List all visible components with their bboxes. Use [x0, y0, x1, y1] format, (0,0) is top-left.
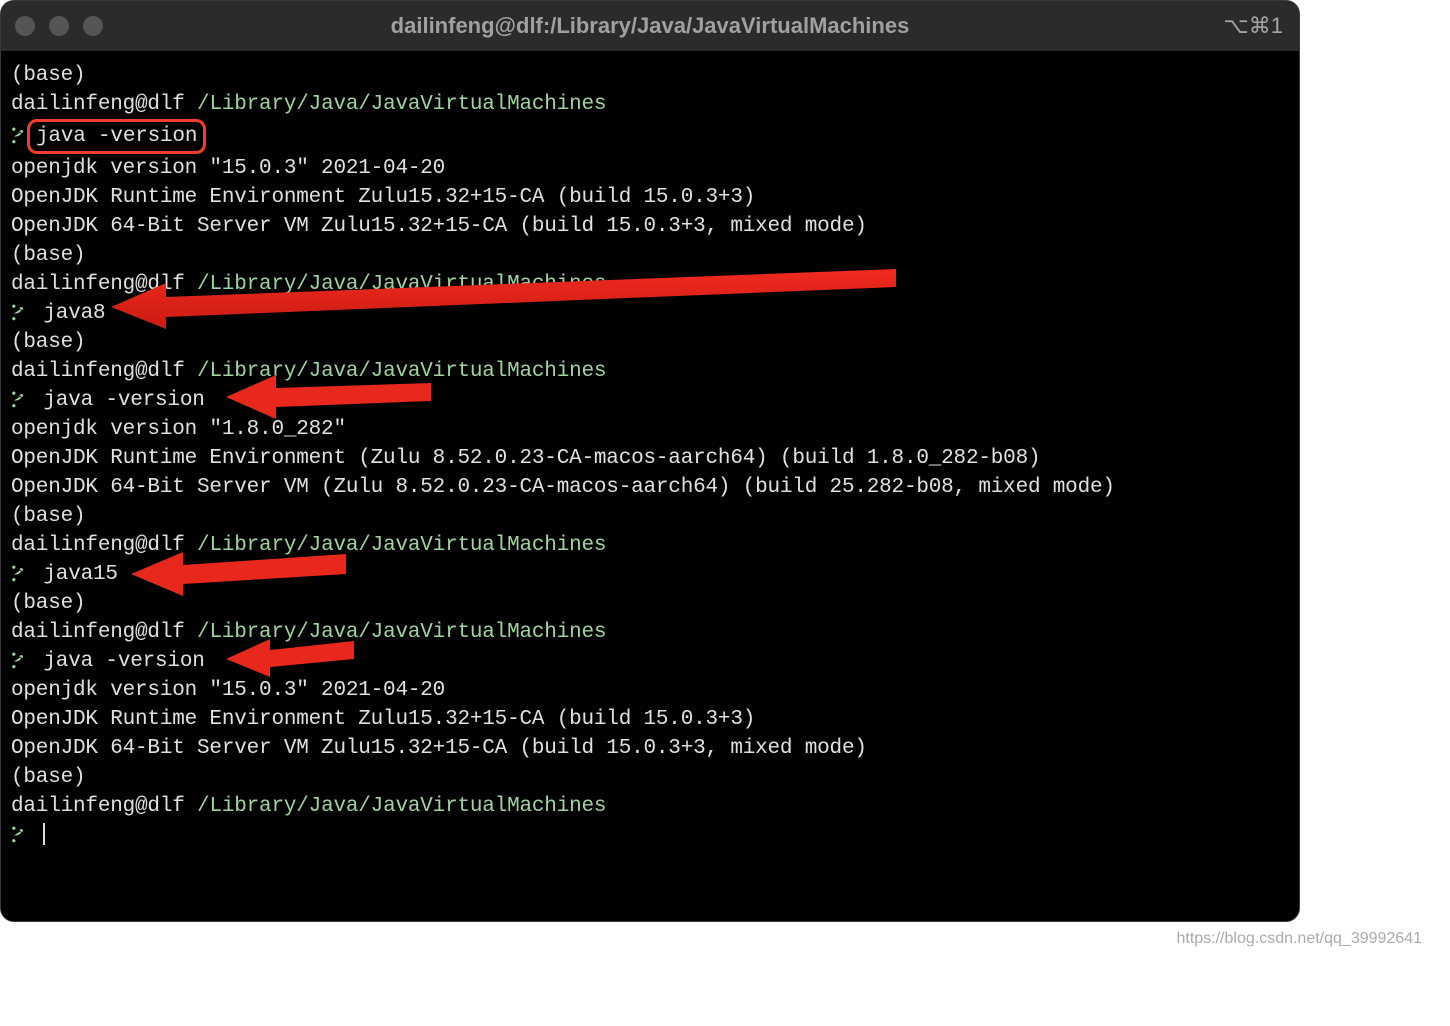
- title-bar: dailinfeng@dlf:/Library/Java/JavaVirtual…: [1, 1, 1299, 51]
- prompt-path: /Library/Java/JavaVirtualMachines: [185, 534, 607, 557]
- prompt-user: dailinfeng@dlf: [11, 360, 185, 383]
- prompt-line: dailinfeng@dlf /Library/Java/JavaVirtual…: [11, 270, 1289, 299]
- command-text: java -version: [36, 125, 197, 148]
- prompt-user: dailinfeng@dlf: [11, 795, 185, 818]
- command-text: java8: [43, 302, 105, 325]
- output-line: openjdk version "15.0.3" 2021-04-20: [11, 154, 1289, 183]
- prompt-path: /Library/Java/JavaVirtualMachines: [185, 621, 607, 644]
- prompt-path: /Library/Java/JavaVirtualMachines: [185, 360, 607, 383]
- prompt-line: dailinfeng@dlf /Library/Java/JavaVirtual…: [11, 792, 1289, 821]
- output-line: OpenJDK Runtime Environment Zulu15.32+15…: [11, 705, 1289, 734]
- terminal-window: dailinfeng@dlf:/Library/Java/JavaVirtual…: [0, 0, 1300, 922]
- prompt-user: dailinfeng@dlf: [11, 534, 185, 557]
- maximize-button[interactable]: [83, 16, 103, 36]
- output-line: (base): [11, 502, 1289, 531]
- prompt-user: dailinfeng@dlf: [11, 273, 185, 296]
- prompt-line: dailinfeng@dlf /Library/Java/JavaVirtual…: [11, 90, 1289, 119]
- minimize-button[interactable]: [49, 16, 69, 36]
- command-line-active[interactable]: [11, 821, 1289, 850]
- window-title: dailinfeng@dlf:/Library/Java/JavaVirtual…: [391, 13, 910, 39]
- prompt-line: dailinfeng@dlf /Library/Java/JavaVirtual…: [11, 618, 1289, 647]
- command-text: java -version: [43, 650, 204, 673]
- output-line: (base): [11, 61, 1289, 90]
- branch-icon: [11, 824, 25, 844]
- output-line: openjdk version "15.0.3" 2021-04-20: [11, 676, 1289, 705]
- command-line: java15: [11, 560, 1289, 589]
- output-line: OpenJDK Runtime Environment Zulu15.32+15…: [11, 183, 1289, 212]
- prompt-path: /Library/Java/JavaVirtualMachines: [185, 795, 607, 818]
- window-shortcut-indicator: ⌥⌘1: [1223, 13, 1283, 39]
- output-line: OpenJDK Runtime Environment (Zulu 8.52.0…: [11, 444, 1289, 473]
- close-button[interactable]: [15, 16, 35, 36]
- output-line: OpenJDK 64-Bit Server VM Zulu15.32+15-CA…: [11, 212, 1289, 241]
- output-line: openjdk version "1.8.0_282": [11, 415, 1289, 444]
- output-line: (base): [11, 241, 1289, 270]
- output-line: OpenJDK 64-Bit Server VM (Zulu 8.52.0.23…: [11, 473, 1289, 502]
- prompt-path: /Library/Java/JavaVirtualMachines: [185, 93, 607, 116]
- command-text: java15: [43, 563, 117, 586]
- branch-icon: [11, 650, 25, 670]
- branch-icon: [11, 125, 25, 145]
- command-line: java -version: [11, 647, 1289, 676]
- prompt-path: /Library/Java/JavaVirtualMachines: [185, 273, 607, 296]
- prompt-line: dailinfeng@dlf /Library/Java/JavaVirtual…: [11, 357, 1289, 386]
- prompt-user: dailinfeng@dlf: [11, 93, 185, 116]
- text-cursor: [43, 823, 45, 845]
- command-line: java -version: [11, 119, 1289, 154]
- traffic-lights: [15, 16, 103, 36]
- command-line: java8: [11, 299, 1289, 328]
- branch-icon: [11, 302, 25, 322]
- terminal-content[interactable]: (base) dailinfeng@dlf /Library/Java/Java…: [1, 51, 1299, 860]
- output-line: (base): [11, 328, 1289, 357]
- output-line: (base): [11, 589, 1289, 618]
- highlight-box: java -version: [27, 119, 206, 154]
- output-line: OpenJDK 64-Bit Server VM Zulu15.32+15-CA…: [11, 734, 1289, 763]
- output-line: (base): [11, 763, 1289, 792]
- branch-icon: [11, 563, 25, 583]
- prompt-user: dailinfeng@dlf: [11, 621, 185, 644]
- watermark: https://blog.csdn.net/qq_39992641: [1176, 930, 1422, 948]
- command-text: java -version: [43, 389, 204, 412]
- prompt-line: dailinfeng@dlf /Library/Java/JavaVirtual…: [11, 531, 1289, 560]
- branch-icon: [11, 389, 25, 409]
- command-line: java -version: [11, 386, 1289, 415]
